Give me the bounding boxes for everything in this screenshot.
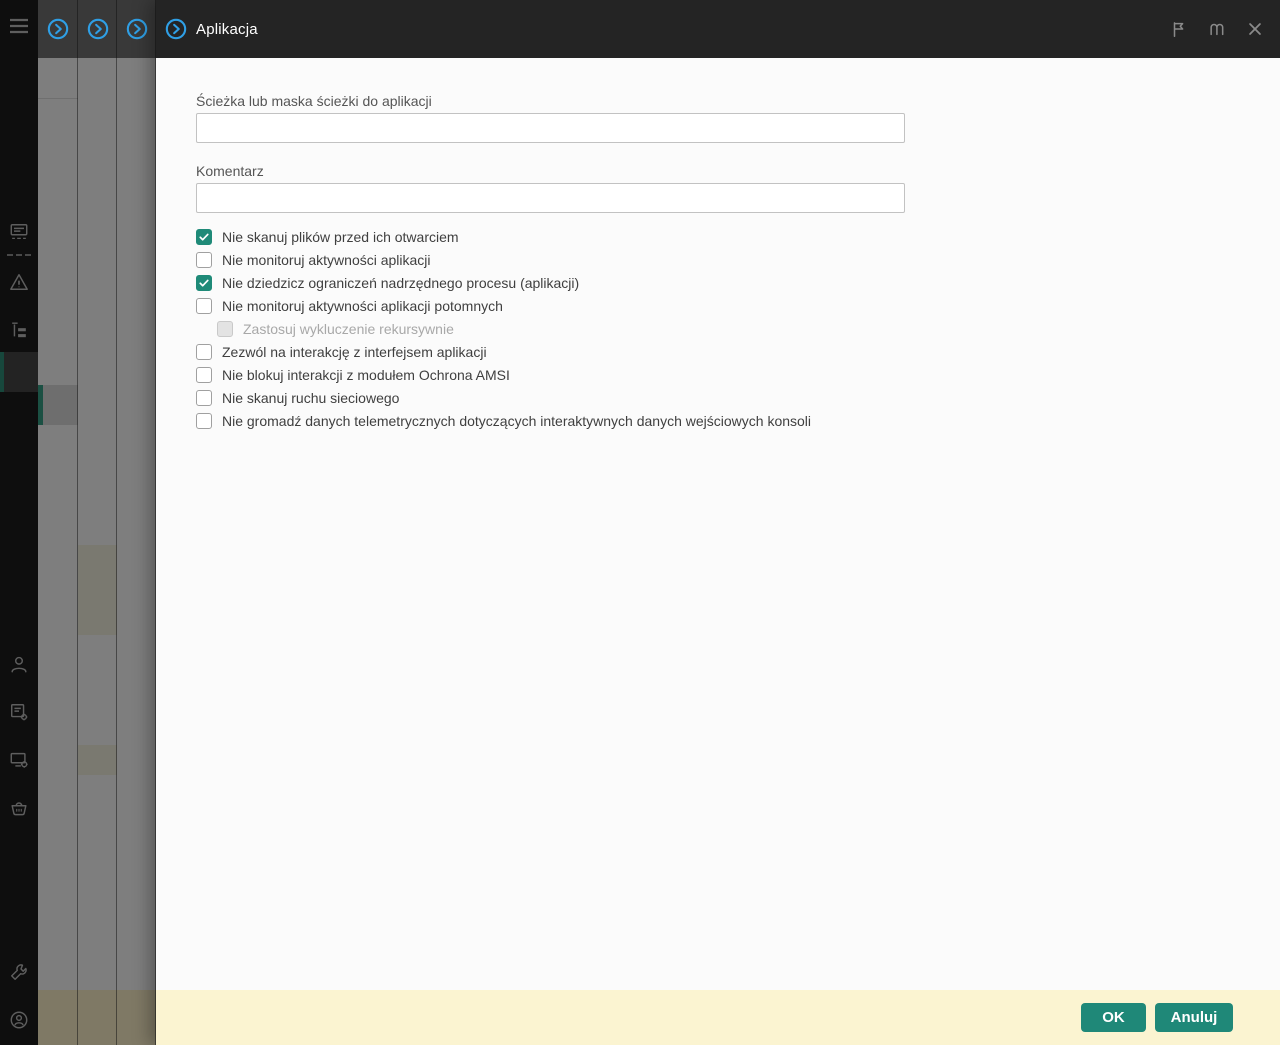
cancel-button[interactable]: Anuluj [1155, 1003, 1233, 1032]
stacked-panel-2-header[interactable] [78, 0, 117, 58]
checkbox[interactable] [196, 413, 212, 429]
checkbox-row: Zezwól na interakcję z interfejsem aplik… [196, 344, 1240, 360]
device-gear-icon[interactable] [0, 748, 38, 772]
checkbox[interactable] [196, 229, 212, 245]
checkbox[interactable] [196, 390, 212, 406]
app-sidebar [0, 0, 38, 1045]
account-icon[interactable] [0, 1008, 38, 1032]
checkbox[interactable] [196, 344, 212, 360]
panel-content: Ścieżka lub maska ścieżki do aplikacji K… [156, 58, 1280, 990]
settings-wrench-icon[interactable] [0, 960, 38, 984]
monitoring-icon[interactable] [0, 220, 38, 244]
stacked-panel-2-footer [78, 990, 117, 1045]
stacked-panel-1-header[interactable] [38, 0, 78, 58]
checkbox-row: Nie monitoruj aktywności aplikacji potom… [196, 298, 1240, 314]
flag-icon[interactable] [1170, 20, 1188, 38]
book-icon[interactable] [1208, 20, 1226, 38]
checkmark-icon [199, 233, 209, 241]
checkbox-label: Nie gromadź danych telemetrycznych dotyc… [222, 413, 812, 429]
checkbox-label: Zezwól na interakcję z interfejsem aplik… [222, 344, 487, 360]
stacked-panel-1-body [38, 58, 78, 990]
page-title: Aplikacja [196, 20, 258, 38]
checkbox-list: Nie skanuj plików przed ich otwarciem Ni… [196, 229, 1240, 429]
checkbox[interactable] [196, 275, 212, 291]
comment-input[interactable] [196, 183, 905, 213]
checkbox-label: Nie skanuj ruchu sieciowego [222, 390, 400, 406]
panel-header: Aplikacja [156, 0, 1280, 58]
checkbox-label: Zastosuj wykluczenie rekursywnie [243, 321, 454, 337]
checkbox-row: Nie dziedzicz ograniczeń nadrzędnego pro… [196, 275, 1240, 291]
stacked-panel-3 [117, 0, 156, 1045]
path-input[interactable] [196, 113, 905, 143]
comment-field-label: Komentarz [196, 163, 264, 179]
checkbox [217, 321, 233, 337]
marketplace-basket-icon[interactable] [0, 796, 38, 820]
checkbox-row: Nie blokuj interakcji z modułem Ochrona … [196, 367, 1240, 383]
checkmark-icon [199, 279, 209, 287]
application-panel: Aplikacja Ścieżka lub maska ścieżki do a… [156, 0, 1280, 1045]
panel-footer: OK Anuluj [156, 990, 1280, 1045]
stacked-panel-3-footer [117, 990, 156, 1045]
checkbox-row: Nie skanuj ruchu sieciowego [196, 390, 1240, 406]
checkbox-row: Nie monitoruj aktywności aplikacji [196, 252, 1240, 268]
checkbox-label: Nie monitoruj aktywności aplikacji [222, 252, 431, 268]
sidebar-item-selected[interactable] [0, 352, 38, 392]
alerts-icon[interactable] [0, 270, 38, 294]
menu-icon[interactable] [0, 14, 38, 38]
checkbox-row: Nie skanuj plików przed ich otwarciem [196, 229, 1240, 245]
stacked-panel-2-body [78, 58, 117, 990]
panel-chevron-icon [165, 18, 187, 40]
stacked-panel-1-footer [38, 990, 78, 1045]
stacked-panel-3-header[interactable] [117, 0, 156, 58]
checkbox-row: Zastosuj wykluczenie rekursywnie [217, 321, 1240, 337]
path-field-label: Ścieżka lub maska ścieżki do aplikacji [196, 93, 432, 109]
checkbox-row: Nie gromadź danych telemetrycznych dotyc… [196, 413, 1240, 429]
checkbox[interactable] [196, 367, 212, 383]
checkbox-label: Nie blokuj interakcji z modułem Ochrona … [222, 367, 510, 383]
header-actions [1170, 20, 1264, 38]
policy-gear-icon[interactable] [0, 700, 38, 724]
user-icon[interactable] [0, 652, 38, 676]
checkbox[interactable] [196, 298, 212, 314]
close-icon[interactable] [1246, 20, 1264, 38]
panel-chevron-icon [126, 18, 147, 40]
checkbox-label: Nie dziedzicz ograniczeń nadrzędnego pro… [222, 275, 580, 291]
stacked-panel-3-body [117, 58, 156, 990]
checkbox-label: Nie monitoruj aktywności aplikacji potom… [222, 298, 503, 314]
dimmed-selected-row [38, 385, 78, 425]
checkbox-label: Nie skanuj plików przed ich otwarciem [222, 229, 459, 245]
hierarchy-icon[interactable] [0, 318, 38, 342]
sidebar-divider [7, 254, 31, 256]
ok-button[interactable]: OK [1081, 1003, 1146, 1032]
stacked-panel-1 [38, 0, 78, 1045]
checkbox[interactable] [196, 252, 212, 268]
panel-chevron-icon [47, 18, 69, 40]
stacked-panel-2 [78, 0, 117, 1045]
panel-chevron-icon [87, 18, 108, 40]
